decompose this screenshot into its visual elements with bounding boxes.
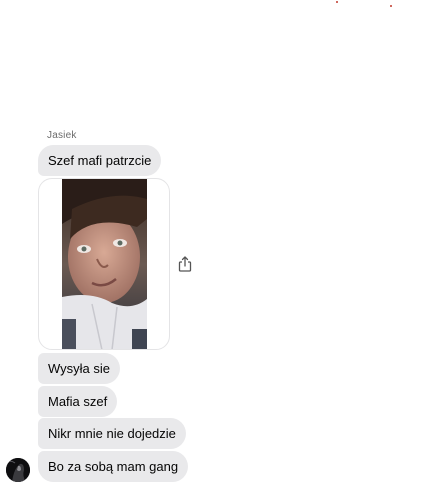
message-bubble[interactable]: Bo za sobą mam gang <box>38 451 189 482</box>
share-icon[interactable] <box>177 255 193 273</box>
sender-avatar[interactable] <box>6 458 30 482</box>
photo-icon <box>62 179 147 349</box>
message-bubble[interactable]: Szef mafi patrzcie <box>38 145 162 176</box>
message-bubble[interactable]: Wysyła sie <box>38 353 121 384</box>
decorative-dot <box>390 5 392 7</box>
decorative-dot <box>336 1 338 3</box>
image-message[interactable] <box>38 178 170 350</box>
sender-name: Jasiek <box>47 130 77 141</box>
message-bubble[interactable]: Mafia szef <box>38 386 118 417</box>
message-bubble[interactable]: Nikr mnie nie dojedzie <box>38 418 186 449</box>
